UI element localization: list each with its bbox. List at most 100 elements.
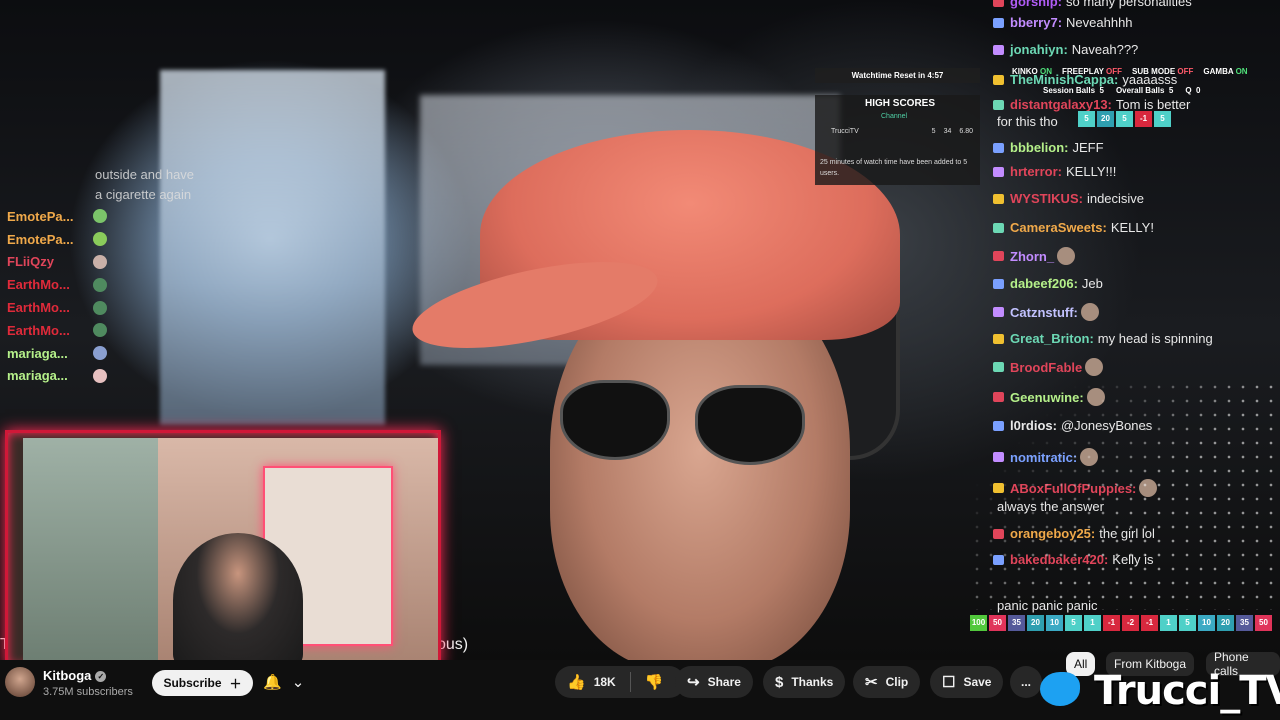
subscribe-button[interactable]: Subscribe ＋ [152,670,253,696]
hs-name: TrucciTV [831,128,859,135]
save-button[interactable]: ☐ Save [930,666,1004,698]
left-chat-overlay: outside and have a cigarette again Emote… [0,165,230,387]
share-icon: ↪ [687,674,700,691]
chat-badge-icon [993,307,1004,317]
notification-bell-button[interactable]: 🔔 ⌄ [263,668,323,696]
chat-badge-icon [993,0,1004,7]
plinko-slot: 5 [1078,111,1095,127]
plinko-slot: 100 [970,615,987,631]
high-scores-channel: Channel [881,113,908,120]
plinko-slot: 20 [1217,615,1234,631]
chat-badge-icon [993,193,1004,204]
verified-icon: ✓ [95,671,107,683]
subscriber-count: 3.75M subscribers [43,686,133,698]
chat-username: gorsnip: [1010,0,1062,9]
like-count[interactable]: 18K [594,675,616,689]
chat-badge-icon [993,44,1004,55]
bell-icon: 🔔 [263,674,282,691]
right-chat-row: for this tho [993,114,1058,129]
chat-username: EarthMo... [7,322,70,338]
more-button[interactable]: ... [1010,666,1042,698]
plinko-slot: 50 [989,615,1006,631]
dislike-icon[interactable]: 👎 [645,673,664,691]
right-chat-row: Zhorn_ [993,247,1078,265]
chat-message: KELLY!!! [1066,164,1117,179]
channel-name[interactable]: Kitboga ✓ [43,668,107,683]
left-lens [560,380,670,460]
like-dislike-group: 👍 18K 👎 [555,666,685,698]
channel-avatar[interactable] [5,667,35,697]
high-scores-panel: HIGH SCORES Channel TrucciTV 5 34 6.80 2… [815,95,980,185]
like-icon[interactable]: 👍 [567,673,586,691]
chat-badge-icon [993,278,1004,289]
left-chat-row: mariaga... [0,365,230,388]
left-chat-row: EarthMo... [0,273,230,296]
right-lens [695,385,805,465]
video-title-fragment: ous) [437,636,469,653]
high-scores-title: HIGH SCORES [865,98,936,109]
plinko-slot: 35 [1008,615,1025,631]
share-button[interactable]: ↪ Share [675,666,753,698]
emote-icon [1080,303,1099,321]
clip-label: Clip [885,675,909,689]
divider [629,672,631,692]
chat-badge-icon [993,17,1004,28]
submode-status: SUB MODE OFF [1132,67,1194,76]
chevron-down-icon: ⌄ [291,674,305,691]
emote-icon [93,277,107,292]
sunglasses [560,380,810,465]
save-icon: ☐ [942,674,956,691]
plinko-slot: -1 [1103,615,1120,631]
plus-icon: ＋ [229,676,242,691]
chat-message: JEFF [1072,140,1104,155]
chat-username: WYSTIKUS: [1010,191,1083,206]
chat-message: so many personalities [1066,0,1192,9]
right-chat-row: dabeef206: Jeb [993,276,1103,291]
clip-button[interactable]: ✂ Clip [853,666,921,698]
chat-badge-icon [993,166,1004,177]
chat-username: BroodFable [1010,359,1083,375]
plinko-slot: 5 [1065,615,1082,631]
chat-username: Zhorn_ [1010,248,1055,264]
plinko-slot: 50 [1255,615,1272,631]
plinko-slot: 20 [1027,615,1044,631]
game-mode-status: KINKO ON FREEPLAY OFF SUB MODE OFF GAMBA… [1012,67,1270,76]
plinko-slot: 35 [1236,615,1253,631]
save-label: Save [963,675,992,689]
chat-username: jonahiyn: [1010,42,1068,57]
emote-icon [93,232,107,247]
chat-badge-icon [993,74,1004,85]
right-chat-row: BroodFable [993,358,1106,376]
thanks-icon: $ [775,673,784,691]
right-chat-row: gorsnip: so many personalities [993,0,1192,9]
brand-name: Trucci_TV [1094,668,1280,714]
right-chat-row: bberry7: Neveahhhh [993,15,1133,30]
left-chat-row: mariaga... [0,342,230,365]
left-chat-row: FLiiQzy [0,251,230,274]
plinko-slot: -1 [1141,615,1158,631]
chat-message: my head is spinning [1097,331,1213,346]
chat-message: indecisive [1086,191,1145,206]
right-chat-row: WYSTIKUS: indecisive [993,191,1144,206]
chat-username: bbbelion: [1010,140,1069,155]
right-chat-row: hrterror: KELLY!!! [993,164,1116,179]
chat-badge-icon [993,333,1004,344]
chat-username: CameraSweets: [1010,220,1107,235]
chat-badge-icon [993,99,1004,110]
chat-tail-line: a cigarette again [95,187,192,202]
plinko-pegs [970,380,1280,610]
plinko-strip-top: 5 20 5 -1 5 [1078,111,1171,127]
thanks-button[interactable]: $ Thanks [763,666,846,698]
emote-icon [93,300,107,315]
watchtime-reset: Watchtime Reset in 4:57 [815,68,980,83]
overall-balls: Overall Balls 5 [1115,86,1174,95]
plinko-slot: 1 [1160,615,1177,631]
plinko-slot: 10 [1046,615,1063,631]
chat-badge-icon [993,222,1004,233]
chat-username: mariaga... [7,368,68,384]
emote-icon [1085,358,1104,376]
plinko-slot: 20 [1097,111,1114,127]
emote-icon [1057,247,1076,265]
right-chat-row: jonahiyn: Naveah??? [993,42,1138,57]
chat-badge-icon [993,251,1004,261]
